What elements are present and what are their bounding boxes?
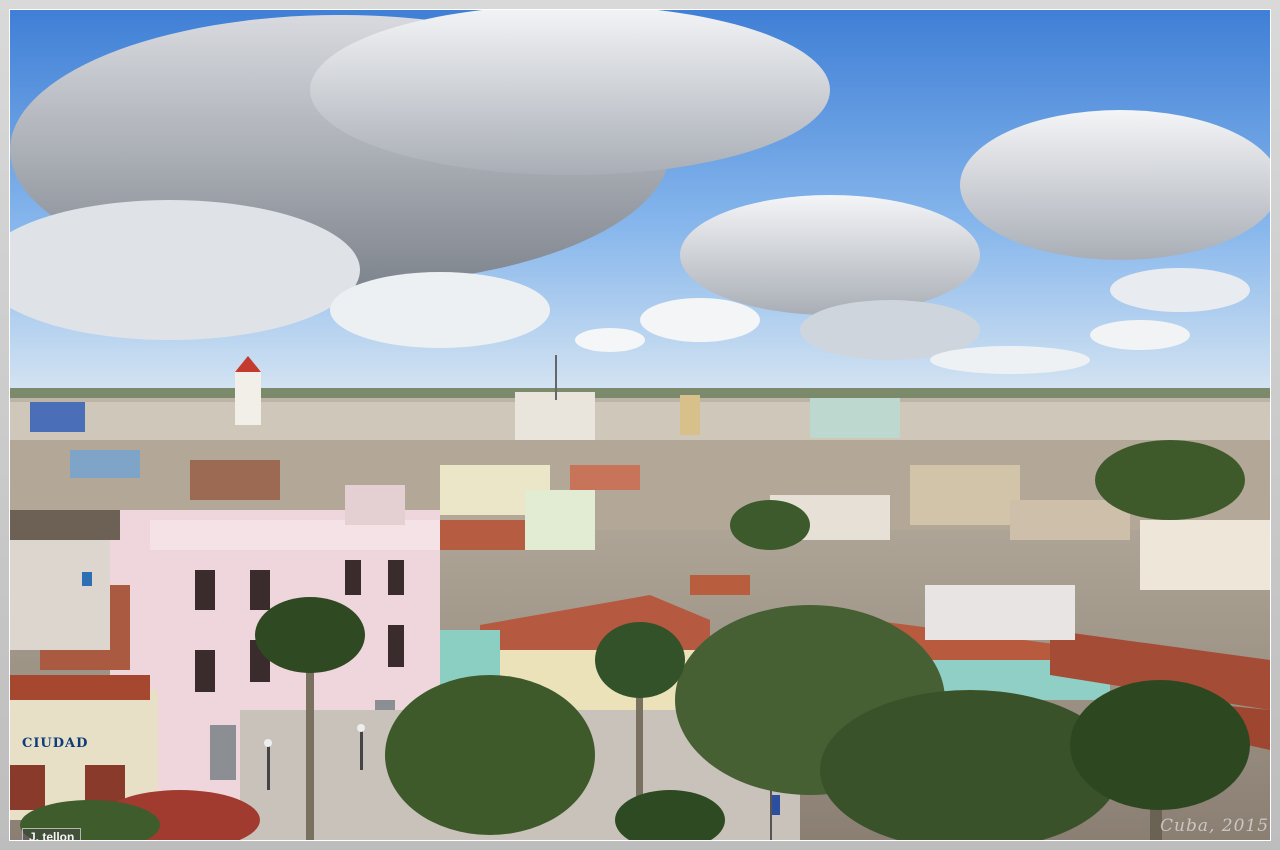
photographer-watermark: J. tellon — [22, 828, 82, 840]
location-year-watermark: Cuba, 2015 — [1160, 816, 1270, 836]
cityscape-scene: CIUDAD — [10, 10, 1270, 840]
left-structures — [10, 510, 130, 670]
building-sign: CIUDAD — [22, 736, 88, 751]
city-photograph: CIUDAD J. tellon Cuba, 2015 — [9, 9, 1271, 841]
